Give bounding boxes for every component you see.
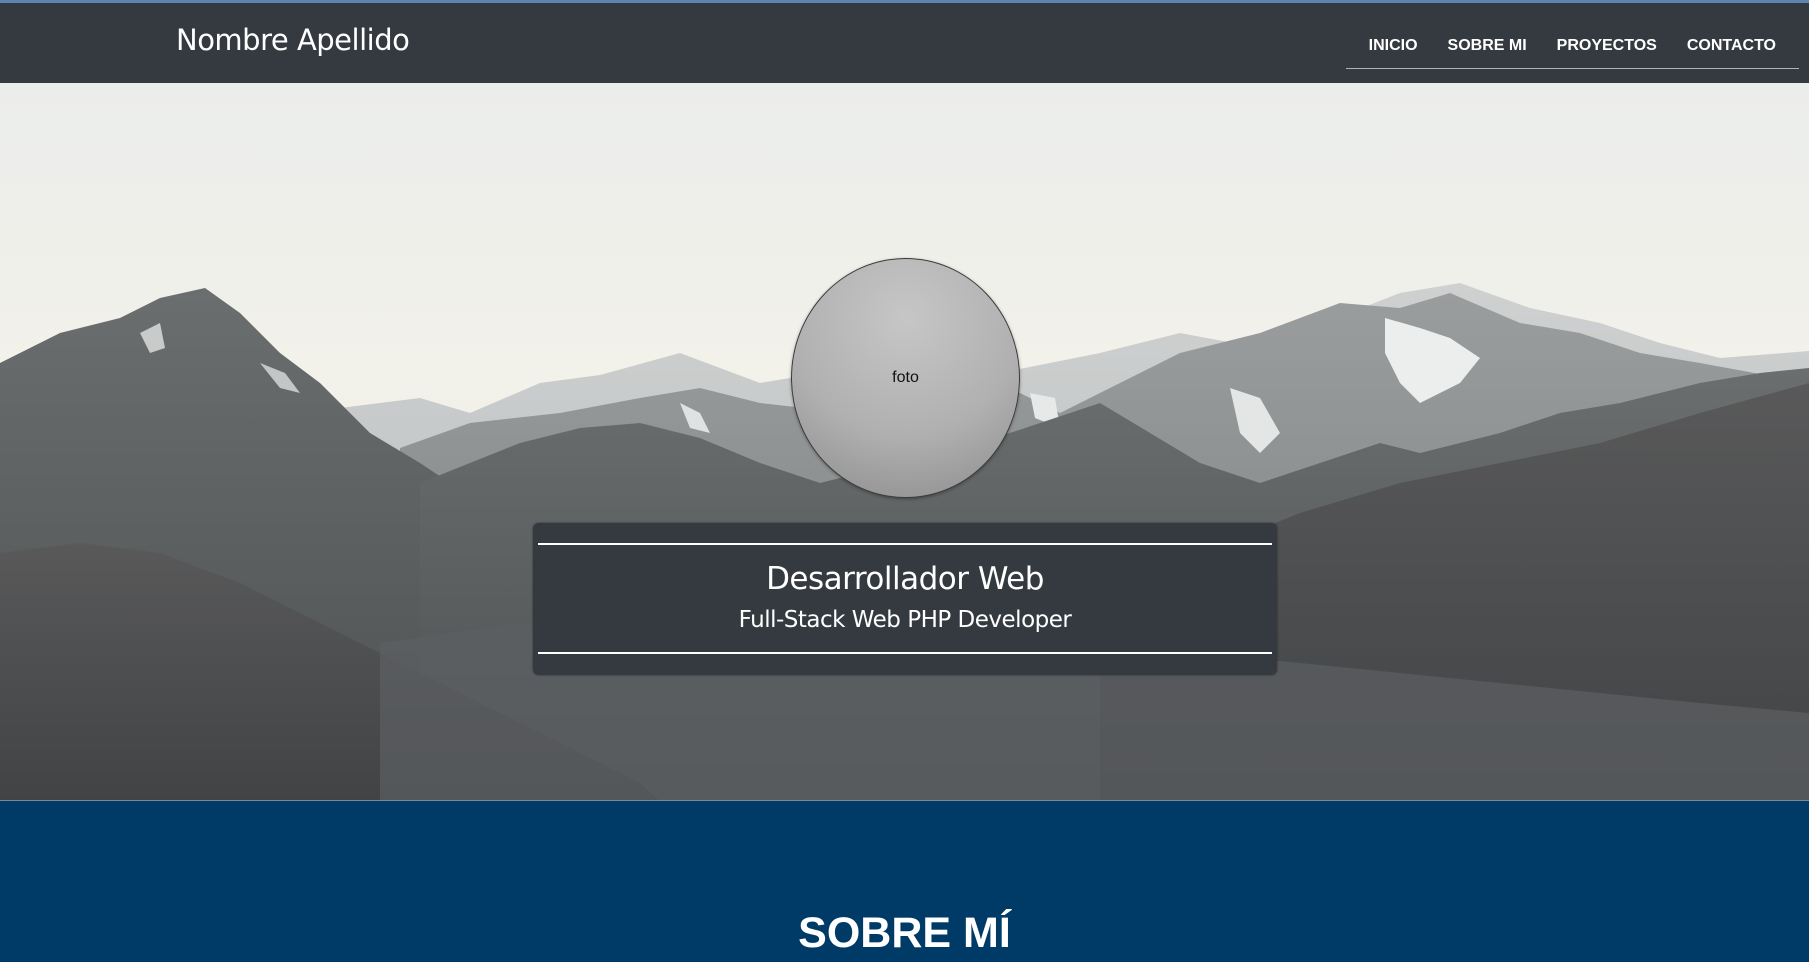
hero-subtitle: Full-Stack Web PHP Developer bbox=[738, 607, 1072, 633]
hero-title: Desarrollador Web bbox=[766, 561, 1044, 597]
nav-link-contacto[interactable]: CONTACTO bbox=[1679, 37, 1784, 55]
title-bottom-divider bbox=[538, 652, 1272, 654]
top-navbar: Nombre Apellido INICIO SOBRE MI PROYECTO… bbox=[0, 0, 1809, 83]
nav-link-inicio[interactable]: INICIO bbox=[1361, 37, 1426, 55]
about-heading: SOBRE MÍ bbox=[798, 909, 1011, 957]
profile-photo-placeholder: foto bbox=[791, 258, 1020, 498]
hero-section: foto Desarrollador Web Full-Stack Web PH… bbox=[0, 83, 1809, 801]
main-nav: INICIO SOBRE MI PROYECTOS CONTACTO bbox=[1345, 31, 1799, 69]
nav-link-proyectos[interactable]: PROYECTOS bbox=[1549, 37, 1665, 55]
brand-name-link[interactable]: Nombre Apellido bbox=[176, 23, 410, 57]
about-section: SOBRE MÍ bbox=[0, 801, 1809, 962]
photo-placeholder-label: foto bbox=[892, 369, 919, 386]
hero-title-card: Desarrollador Web Full-Stack Web PHP Dev… bbox=[533, 523, 1277, 675]
title-top-divider bbox=[538, 543, 1272, 545]
nav-link-sobre-mi[interactable]: SOBRE MI bbox=[1440, 37, 1535, 55]
